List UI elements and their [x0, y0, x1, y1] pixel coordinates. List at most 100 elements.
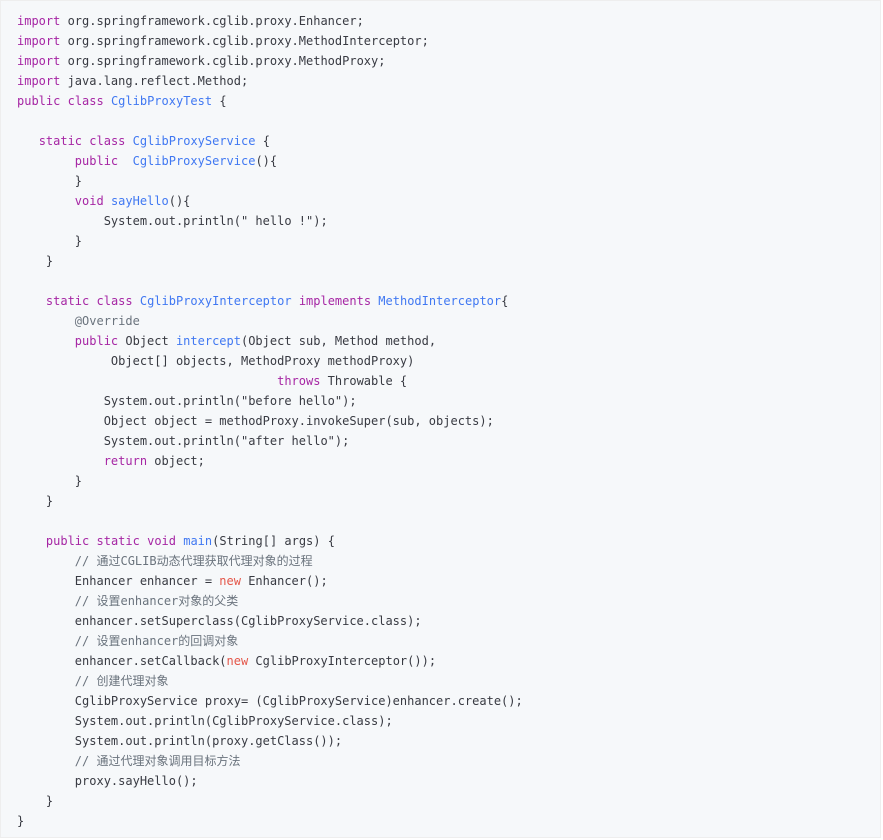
code-token: Throwable {	[320, 374, 408, 388]
code-token: public	[45, 534, 90, 548]
code-token: public	[17, 94, 61, 108]
code-token: return	[103, 454, 148, 468]
code-token: class	[96, 294, 133, 308]
code-token: // 创建代理对象	[74, 674, 169, 688]
code-line: public class CglibProxyTest {	[17, 91, 227, 111]
code-token: CglibProxyTest	[110, 94, 213, 108]
code-line: }	[17, 811, 24, 831]
code-line: System.out.println("before hello");	[17, 391, 357, 411]
code-token: (){	[255, 154, 278, 168]
code-line: // 通过代理对象调用目标方法	[17, 751, 241, 771]
code-token: (Object sub, Method method,	[240, 334, 437, 348]
code-line: public CglibProxyService(){	[17, 151, 277, 171]
code-token: );	[313, 214, 328, 228]
code-token: Enhancer();	[240, 574, 328, 588]
code-token: Object	[118, 334, 176, 348]
code-token: CglibProxyService proxy= (CglibProxyServ…	[17, 694, 523, 708]
code-token: (String[] args) {	[212, 534, 335, 548]
code-token: {	[255, 134, 270, 148]
code-block: import org.springframework.cglib.proxy.E…	[0, 0, 881, 838]
code-token: // 设置enhancer的回调对象	[74, 634, 239, 648]
code-token: object;	[147, 454, 205, 468]
code-line: static class CglibProxyInterceptor imple…	[17, 291, 508, 311]
code-line: }	[17, 791, 53, 811]
code-token: org.springframework.cglib.proxy.MethodPr…	[60, 54, 386, 68]
code-token: }	[17, 814, 25, 828]
code-line: // 设置enhancer的回调对象	[17, 631, 238, 651]
code-token: System.out.println(proxy.getClass());	[17, 734, 343, 748]
code-line: }	[17, 471, 82, 491]
code-line: System.out.println(proxy.getClass());	[17, 731, 342, 751]
code-line: Object object = methodProxy.invokeSuper(…	[17, 411, 494, 431]
code-token: }	[17, 794, 54, 808]
code-token: @Override	[74, 314, 140, 328]
code-token: {	[501, 294, 509, 308]
code-token: import	[17, 54, 61, 68]
code-line: }	[17, 231, 82, 251]
code-token: enhancer.setCallback(	[17, 654, 227, 668]
code-line: }	[17, 251, 53, 271]
code-line: // 设置enhancer对象的父类	[17, 591, 238, 611]
code-line: enhancer.setSuperclass(CglibProxyService…	[17, 611, 422, 631]
code-token: // 设置enhancer对象的父类	[74, 594, 239, 608]
code-token: public	[74, 334, 119, 348]
code-token: static	[96, 534, 140, 548]
code-token: intercept	[175, 334, 241, 348]
code-token: static	[38, 134, 83, 148]
code-line: Object[] objects, MethodProxy methodProx…	[17, 351, 414, 371]
code-token: CglibProxyService	[132, 134, 256, 148]
code-token: }	[17, 494, 54, 508]
code-token: System.out.println(	[17, 394, 241, 408]
code-token: import	[17, 14, 61, 28]
code-token: sayHello	[110, 194, 169, 208]
code-token: (){	[168, 194, 191, 208]
code-token: class	[67, 94, 104, 108]
code-line: System.out.println("after hello");	[17, 431, 350, 451]
code-token: System.out.println(CglibProxyService.cla…	[17, 714, 393, 728]
code-line: import java.lang.reflect.Method;	[17, 71, 248, 91]
code-token: throws	[277, 374, 321, 388]
code-line: Enhancer enhancer = new Enhancer();	[17, 571, 328, 591]
code-token: class	[89, 134, 126, 148]
code-line: // 创建代理对象	[17, 671, 169, 691]
code-line: public static void main(String[] args) {	[17, 531, 335, 551]
code-token: }	[17, 474, 83, 488]
code-token: implements	[298, 294, 372, 308]
code-line: System.out.println(CglibProxyService.cla…	[17, 711, 393, 731]
code-token: System.out.println(	[17, 214, 241, 228]
code-line: }	[17, 171, 82, 191]
code-token: static	[45, 294, 90, 308]
code-token: new	[219, 574, 241, 588]
code-token: MethodInterceptor	[378, 294, 502, 308]
code-line: import org.springframework.cglib.proxy.E…	[17, 11, 364, 31]
code-line: import org.springframework.cglib.proxy.M…	[17, 31, 429, 51]
code-token: Object object = methodProxy.invokeSuper(…	[17, 414, 494, 428]
code-token: CglibProxyService	[132, 154, 256, 168]
code-token: proxy.sayHello();	[17, 774, 198, 788]
code-token: CglibProxyInterceptor	[139, 294, 292, 308]
code-token: "after hello"	[240, 434, 335, 448]
code-line: public Object intercept(Object sub, Meth…	[17, 331, 436, 351]
code-token: org.springframework.cglib.proxy.MethodIn…	[60, 34, 429, 48]
code-line: static class CglibProxyService {	[17, 131, 270, 151]
code-token: org.springframework.cglib.proxy.Enhancer…	[60, 14, 364, 28]
code-line: }	[17, 491, 53, 511]
